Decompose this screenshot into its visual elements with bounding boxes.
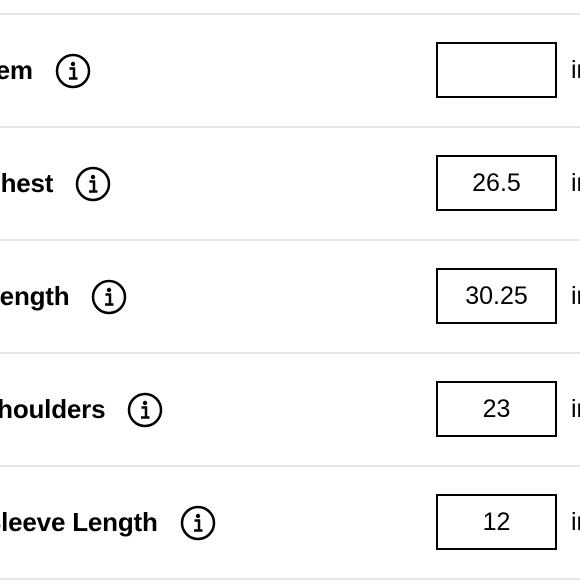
hem-input[interactable]	[436, 42, 557, 98]
label-group: Hem	[0, 15, 91, 126]
unit-label: in	[571, 56, 580, 84]
measurement-label: Hem	[0, 55, 33, 85]
label-group: Shoulders	[0, 354, 163, 465]
shoulders-input[interactable]	[436, 381, 557, 437]
unit-label: in	[571, 395, 580, 423]
measurement-row-sleeve-length: Sleeve Length in	[0, 467, 580, 580]
unit-label: in	[571, 508, 580, 536]
unit-label: in	[571, 169, 580, 197]
length-input[interactable]	[436, 268, 557, 324]
measurement-list: Hem in Chest in	[0, 13, 580, 580]
measurement-label: Sleeve Length	[0, 507, 158, 537]
chest-input[interactable]	[436, 155, 557, 211]
info-icon[interactable]	[55, 53, 91, 89]
unit-label: in	[571, 282, 580, 310]
sleeve-length-input[interactable]	[436, 494, 557, 550]
label-group: Length	[0, 241, 127, 352]
label-group: Sleeve Length	[0, 467, 216, 578]
measurement-label: Chest	[0, 168, 54, 198]
label-group: Chest	[0, 128, 111, 239]
info-icon[interactable]	[180, 505, 216, 541]
measurement-row-length: Length in	[0, 241, 580, 354]
measurement-label: Shoulders	[0, 394, 106, 424]
info-icon[interactable]	[91, 279, 127, 315]
measurement-row-chest: Chest in	[0, 128, 580, 241]
measurement-label: Length	[0, 281, 70, 311]
measurement-row-shoulders: Shoulders in	[0, 354, 580, 467]
info-icon[interactable]	[127, 392, 163, 428]
measurement-row-hem: Hem in	[0, 15, 580, 128]
info-icon[interactable]	[75, 166, 111, 202]
